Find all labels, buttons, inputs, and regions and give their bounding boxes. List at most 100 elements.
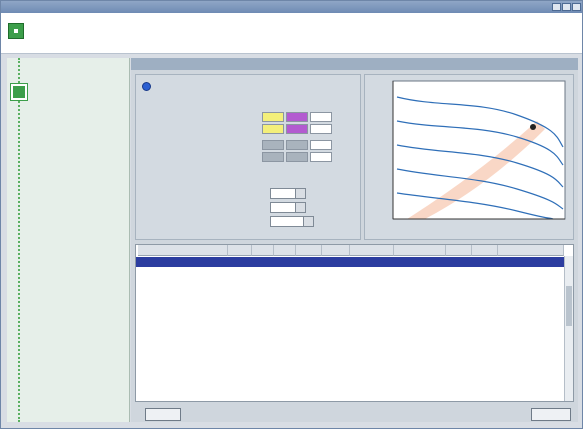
table-cell: [500, 357, 562, 367]
column-header[interactable]: [350, 245, 394, 256]
radio-selected-icon[interactable]: [142, 82, 151, 91]
table-cell: [500, 317, 562, 327]
table-cell: [230, 377, 250, 387]
table-cell: [230, 307, 250, 317]
back-button[interactable]: [145, 408, 181, 421]
main-title: [131, 58, 578, 70]
next-button[interactable]: [531, 408, 571, 421]
field-dropdown[interactable]: [270, 202, 306, 213]
table-cell: [324, 347, 348, 357]
parameter-value[interactable]: [286, 112, 308, 122]
table-cell: [140, 287, 226, 297]
field-dropdown[interactable]: [270, 188, 306, 199]
table-cell: [448, 287, 470, 297]
table-row[interactable]: [136, 287, 573, 297]
table-row[interactable]: [136, 277, 573, 287]
parameter-value[interactable]: [262, 124, 284, 134]
column-header[interactable]: [252, 245, 274, 256]
sidebar-step[interactable]: [35, 370, 125, 384]
table-row[interactable]: [136, 307, 573, 317]
parameter-value[interactable]: [310, 112, 332, 122]
table-cell: [396, 367, 444, 377]
table-cell: [254, 347, 272, 357]
column-header[interactable]: [472, 245, 498, 256]
table-cell: [324, 327, 348, 337]
parameter-value: [262, 152, 284, 162]
table-cell: [230, 287, 250, 297]
minimize-button[interactable]: [552, 3, 561, 11]
table-row[interactable]: [136, 357, 573, 367]
table-cell: [448, 327, 470, 337]
table-cell: [230, 297, 250, 307]
table-cell: [230, 257, 250, 267]
field-dropdown[interactable]: [270, 216, 314, 227]
table-row[interactable]: [136, 387, 573, 397]
scrollbar-thumb[interactable]: [566, 286, 572, 326]
table-cell: [324, 267, 348, 277]
vertical-scrollbar[interactable]: [564, 256, 573, 401]
table-cell: [276, 267, 294, 277]
results-table: [135, 244, 574, 402]
parameter-value[interactable]: [286, 124, 308, 134]
parameter-value: [286, 140, 308, 150]
table-cell: [448, 347, 470, 357]
table-row[interactable]: [136, 367, 573, 377]
table-cell: [276, 367, 294, 377]
table-cell: [352, 327, 392, 337]
table-row[interactable]: [136, 257, 573, 267]
table-cell: [448, 367, 470, 377]
calculator-icon: [8, 23, 24, 39]
table-row[interactable]: [136, 267, 573, 277]
column-header[interactable]: [394, 245, 446, 256]
table-cell: [396, 347, 444, 357]
chevron-down-icon[interactable]: [295, 203, 305, 212]
column-header[interactable]: [322, 245, 350, 256]
sidebar-step[interactable]: [35, 146, 125, 160]
table-cell: [230, 317, 250, 327]
title-bar[interactable]: [1, 1, 582, 13]
calculator-step-icon: [10, 83, 28, 101]
table-row[interactable]: [136, 347, 573, 357]
column-header[interactable]: [296, 245, 322, 256]
table-cell: [474, 287, 496, 297]
sidebar-step[interactable]: [35, 218, 125, 232]
table-cell: [448, 257, 470, 267]
table-row[interactable]: [136, 297, 573, 307]
chevron-down-icon[interactable]: [303, 217, 313, 226]
table-cell: [254, 277, 272, 287]
close-button[interactable]: [572, 3, 581, 11]
table-row[interactable]: [136, 337, 573, 347]
table-cell: [474, 317, 496, 327]
column-header[interactable]: [498, 245, 564, 256]
table-cell: [448, 277, 470, 287]
table-cell: [474, 257, 496, 267]
column-header[interactable]: [138, 245, 228, 256]
table-cell: [324, 317, 348, 327]
table-cell: [500, 307, 562, 317]
table-row[interactable]: [136, 377, 573, 387]
table-row[interactable]: [136, 327, 573, 337]
maximize-button[interactable]: [562, 3, 571, 11]
column-header[interactable]: [446, 245, 472, 256]
chart-panel: [364, 74, 574, 240]
chevron-down-icon[interactable]: [295, 189, 305, 198]
parameters-panel: [135, 74, 361, 240]
parameter-value[interactable]: [262, 112, 284, 122]
table-cell: [324, 377, 348, 387]
table-cell: [140, 347, 226, 357]
table-cell: [140, 307, 226, 317]
table-cell: [500, 377, 562, 387]
column-header[interactable]: [228, 245, 252, 256]
table-cell: [276, 327, 294, 337]
table-cell: [276, 377, 294, 387]
table-cell: [298, 277, 320, 287]
table-cell: [254, 367, 272, 377]
table-row[interactable]: [136, 317, 573, 327]
table-cell: [396, 337, 444, 347]
sidebar-step[interactable]: [35, 294, 125, 308]
parameter-value: [286, 152, 308, 162]
table-cell: [352, 337, 392, 347]
parameter-value[interactable]: [310, 124, 332, 134]
column-header[interactable]: [274, 245, 296, 256]
table-cell: [474, 377, 496, 387]
